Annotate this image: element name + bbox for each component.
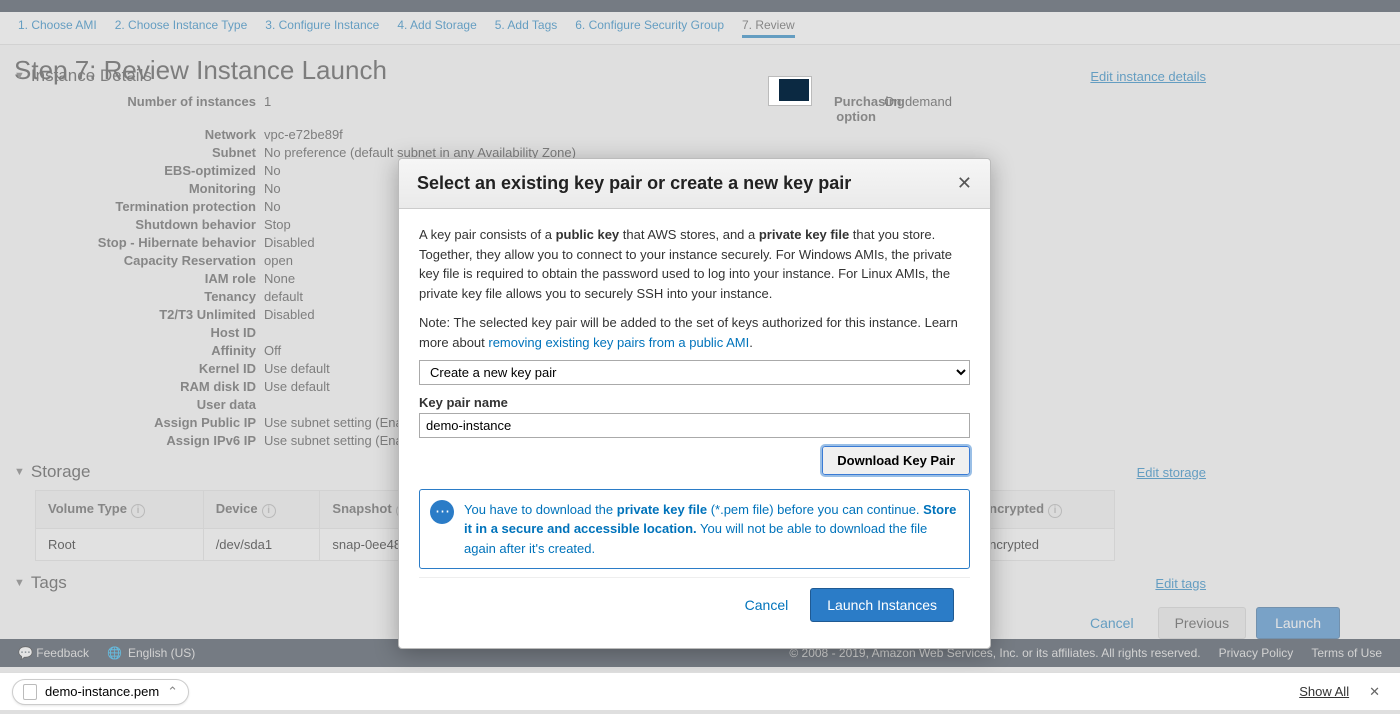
previous-button[interactable]: Previous (1158, 607, 1246, 639)
launch-button[interactable]: Launch (1256, 607, 1340, 639)
feedback-link[interactable]: Feedback (36, 646, 89, 660)
download-chip[interactable]: demo-instance.pem ⌃ (12, 679, 189, 705)
section-title: Instance Details (31, 66, 152, 86)
tab-configure-instance[interactable]: 3. Configure Instance (265, 18, 379, 38)
edit-tags-link[interactable]: Edit tags (1155, 576, 1206, 591)
col-volume-type: Volume Typei (36, 491, 204, 529)
col-device: Devicei (203, 491, 320, 529)
detail-label: Capacity Reservation (14, 253, 264, 268)
tab-add-tags[interactable]: 5. Add Tags (495, 18, 558, 38)
speech-icon: 💬 (18, 646, 33, 660)
detail-label: Number of instances (14, 94, 264, 124)
edit-instance-details-link[interactable]: Edit instance details (1090, 69, 1206, 84)
chevron-up-icon[interactable]: ⌃ (167, 684, 178, 700)
modal-paragraph-1: A key pair consists of a public key that… (419, 225, 970, 303)
tab-choose-instance-type[interactable]: 2. Choose Instance Type (115, 18, 248, 38)
tab-choose-ami[interactable]: 1. Choose AMI (18, 18, 97, 38)
language-link[interactable]: English (US) (128, 646, 195, 660)
detail-label: Network (14, 127, 264, 142)
modal-paragraph-2: Note: The selected key pair will be adde… (419, 313, 970, 352)
close-downloads-icon[interactable]: ✕ (1361, 680, 1388, 704)
modal-header: Select an existing key pair or create a … (399, 159, 990, 209)
tab-configure-security-group[interactable]: 6. Configure Security Group (575, 18, 724, 38)
caret-icon: ▼ (14, 70, 25, 82)
close-icon[interactable]: ✕ (957, 173, 972, 194)
caret-icon: ▼ (14, 466, 25, 478)
globe-icon: 🌐 (107, 646, 122, 660)
modal-cancel-button[interactable]: Cancel (735, 588, 799, 622)
detail-label: Shutdown behavior (14, 217, 264, 232)
detail-label: IAM role (14, 271, 264, 286)
terms-link[interactable]: Terms of Use (1311, 646, 1382, 660)
detail-label: Subnet (14, 145, 264, 160)
remove-keypair-link[interactable]: removing existing key pairs from a publi… (488, 335, 749, 350)
show-all-link[interactable]: Show All (1299, 684, 1349, 699)
wizard-tabs: 1. Choose AMI 2. Choose Instance Type 3.… (0, 12, 1400, 45)
detail-value: 1 (264, 94, 684, 124)
detail-label: RAM disk ID (14, 379, 264, 394)
detail-label: Kernel ID (14, 361, 264, 376)
launch-instances-button[interactable]: Launch Instances (810, 588, 954, 622)
detail-label: Monitoring (14, 181, 264, 196)
download-keypair-button[interactable]: Download Key Pair (822, 446, 970, 475)
edit-storage-link[interactable]: Edit storage (1137, 465, 1206, 480)
privacy-link[interactable]: Privacy Policy (1219, 646, 1294, 660)
info-icon[interactable]: i (131, 504, 145, 518)
cancel-button[interactable]: Cancel (1076, 607, 1148, 639)
detail-label: User data (14, 397, 264, 412)
detail-label: Affinity (14, 343, 264, 358)
purchasing-option-value: On demand (884, 94, 1084, 124)
info-bubble-icon (430, 500, 454, 524)
tab-review[interactable]: 7. Review (742, 18, 795, 38)
cell-device: /dev/sda1 (203, 529, 320, 561)
detail-label: Stop - Hibernate behavior (14, 235, 264, 250)
browser-download-bar: demo-instance.pem ⌃ Show All ✕ (0, 672, 1400, 710)
tab-add-storage[interactable]: 4. Add Storage (397, 18, 476, 38)
detail-label: Assign Public IP (14, 415, 264, 430)
detail-label: Termination protection (14, 199, 264, 214)
detail-label: T2/T3 Unlimited (14, 307, 264, 322)
caret-icon: ▼ (14, 577, 25, 589)
aws-header-stub (0, 0, 1400, 12)
detail-label: Tenancy (14, 289, 264, 304)
detail-value: vpc-e72be89f (264, 127, 684, 142)
file-icon (23, 684, 37, 700)
info-box: You have to download the private key fil… (419, 489, 970, 570)
keypair-name-input[interactable] (419, 413, 970, 438)
section-title: Tags (31, 573, 67, 593)
keypair-name-label: Key pair name (419, 393, 970, 413)
key-pair-modal: Select an existing key pair or create a … (398, 158, 991, 649)
detail-label: Assign IPv6 IP (14, 433, 264, 448)
cell-volume-type: Root (36, 529, 204, 561)
info-icon[interactable]: i (262, 504, 276, 518)
pip-thumbnail[interactable] (768, 76, 812, 106)
modal-footer: Cancel Launch Instances (419, 577, 970, 638)
download-filename: demo-instance.pem (45, 684, 159, 699)
section-title: Storage (31, 462, 91, 482)
detail-label: Host ID (14, 325, 264, 340)
keypair-mode-select[interactable]: Create a new key pair (419, 360, 970, 385)
detail-label: EBS-optimized (14, 163, 264, 178)
modal-title: Select an existing key pair or create a … (417, 173, 851, 194)
info-icon[interactable]: i (1048, 504, 1062, 518)
